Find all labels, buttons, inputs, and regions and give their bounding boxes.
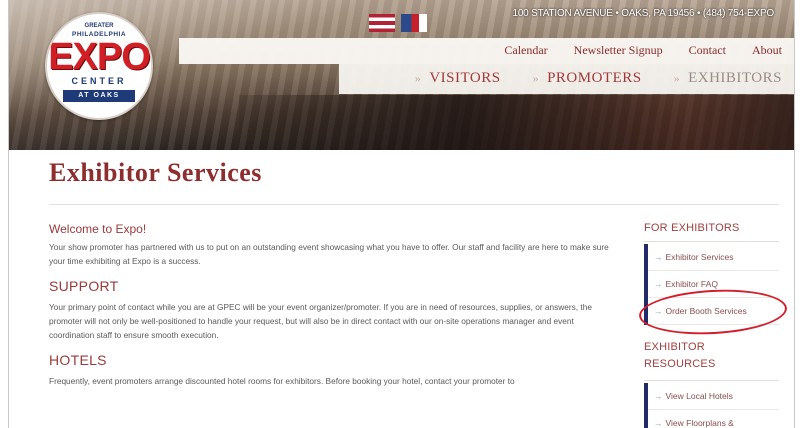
arrow-right-icon: → bbox=[654, 391, 663, 401]
top-nav-newsletter-signup[interactable]: Newsletter Signup bbox=[574, 43, 663, 58]
sidebar-list-resources: → View Local Hotels → View Floorplans & bbox=[644, 383, 779, 428]
support-text: Your primary point of contact while you … bbox=[49, 302, 592, 340]
double-chevron-icon: » bbox=[532, 71, 540, 85]
sidebar-link-label: View Local Hotels bbox=[665, 391, 733, 401]
top-nav: Calendar Newsletter Signup Contact About bbox=[478, 43, 782, 58]
hotels-heading: HOTELS bbox=[49, 352, 107, 368]
flag-decoration bbox=[369, 14, 395, 32]
browser-page: 100 STATION AVENUE • OAKS, PA 19456 • (4… bbox=[8, 0, 795, 428]
top-nav-about[interactable]: About bbox=[752, 43, 782, 58]
arrow-right-icon: → bbox=[654, 418, 663, 428]
sidebar-link-view-local-hotels[interactable]: → View Local Hotels bbox=[648, 383, 779, 410]
sidebar-divider bbox=[644, 380, 779, 381]
logo-location: AT OAKS bbox=[63, 90, 135, 102]
logo-center: CENTER bbox=[71, 76, 127, 86]
top-nav-calendar[interactable]: Calendar bbox=[504, 43, 547, 58]
main-nav-visitors[interactable]: » VISITORS bbox=[415, 70, 501, 87]
main-nav-promoters[interactable]: » PROMOTERS bbox=[533, 70, 642, 87]
main-nav-exhibitors-label: EXHIBITORS bbox=[688, 70, 782, 86]
support-heading: SUPPORT bbox=[49, 278, 119, 294]
flag-decoration bbox=[401, 14, 427, 32]
main-nav-exhibitors[interactable]: » EXHIBITORS bbox=[674, 70, 782, 87]
double-chevron-icon: » bbox=[673, 71, 681, 85]
logo-greater: GREATER bbox=[84, 23, 114, 29]
logo-brand: EXPO bbox=[48, 36, 151, 78]
main-content: Welcome to Expo! Your show promoter has … bbox=[49, 222, 609, 388]
welcome-heading: Welcome to Expo! bbox=[49, 222, 147, 236]
sidebar-link-exhibitor-services[interactable]: → Exhibitor Services bbox=[648, 244, 779, 271]
sidebar-link-label: Exhibitor Services bbox=[665, 252, 734, 262]
welcome-text: Your show promoter has partnered with us… bbox=[49, 242, 609, 266]
sidebar-link-view-floorplans[interactable]: → View Floorplans & bbox=[648, 410, 779, 428]
arrow-right-icon: → bbox=[654, 279, 663, 289]
main-nav-visitors-label: VISITORS bbox=[429, 70, 501, 86]
sidebar-divider bbox=[644, 241, 779, 242]
header-banner: 100 STATION AVENUE • OAKS, PA 19456 • (4… bbox=[9, 0, 794, 150]
hotels-text: Frequently, event promoters arrange disc… bbox=[49, 376, 515, 386]
banner-crowd bbox=[239, 95, 794, 150]
sidebar-link-label: Exhibitor FAQ bbox=[665, 279, 718, 289]
title-divider bbox=[49, 204, 779, 205]
arrow-right-icon: → bbox=[654, 252, 663, 262]
sidebar-heading-resources-line1: EXHIBITOR bbox=[644, 341, 705, 353]
page-title: Exhibitor Services bbox=[49, 158, 262, 187]
double-chevron-icon: » bbox=[414, 71, 422, 85]
expo-logo[interactable]: GREATER PHILADELPHIA EXPO CENTER AT OAKS bbox=[45, 12, 153, 120]
main-nav: » VISITORS » PROMOTERS » EXHIBITORS bbox=[383, 70, 782, 87]
sidebar-heading-for-exhibitors: FOR EXHIBITORS bbox=[644, 222, 740, 234]
sidebar-heading-resources-line2: RESOURCES bbox=[644, 358, 716, 370]
header-address: 100 STATION AVENUE • OAKS, PA 19456 • (4… bbox=[512, 8, 774, 19]
main-nav-promoters-label: PROMOTERS bbox=[547, 70, 642, 86]
top-nav-contact[interactable]: Contact bbox=[689, 43, 726, 58]
sidebar-link-label: View Floorplans & bbox=[665, 418, 734, 428]
sidebar-heading-resources: EXHIBITOR RESOURCES bbox=[644, 339, 794, 373]
